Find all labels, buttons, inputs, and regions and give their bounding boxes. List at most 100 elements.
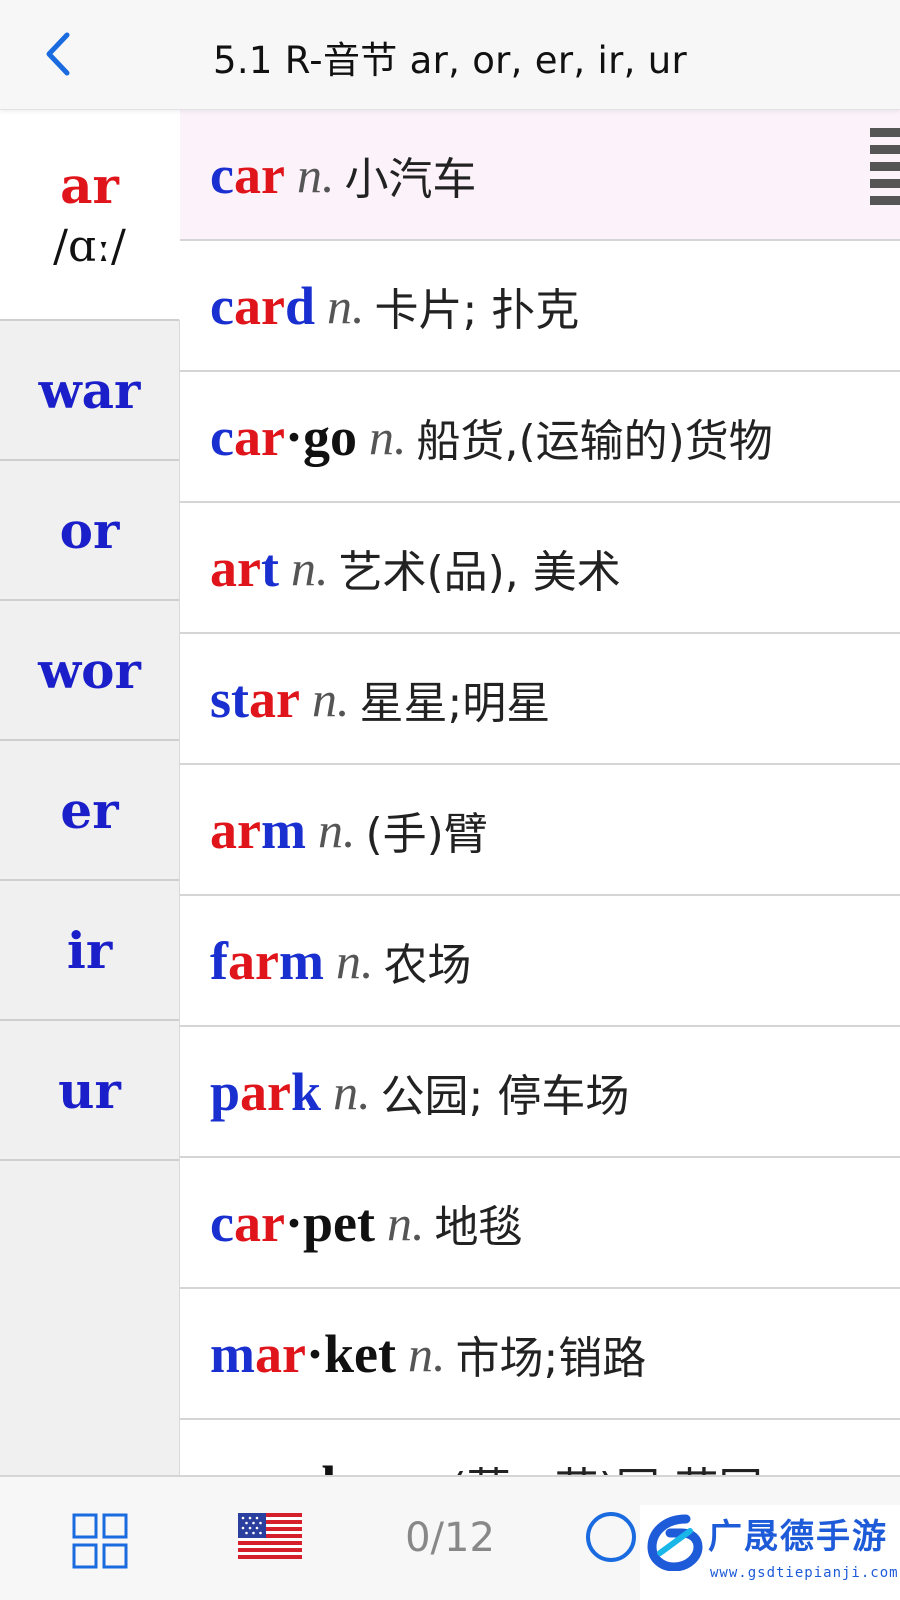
word-part: ar	[227, 930, 279, 991]
sidebar-item-label: wor	[38, 640, 141, 700]
watermark-text: 广晟德手游	[708, 1517, 888, 1557]
scroll-handle[interactable]	[870, 128, 900, 222]
word-row[interactable]: park n. 公园; 停车场	[180, 1027, 900, 1158]
sidebar-item-label: war	[38, 360, 141, 420]
accent-toggle-button[interactable]	[238, 1513, 302, 1559]
word-row[interactable]: farm n. 农场	[180, 896, 900, 1027]
word-spelling: car·pet	[210, 1192, 375, 1254]
part-of-speech: n.	[402, 1456, 440, 1476]
word-row[interactable]: car·go n. 船货,(运输的)货物	[180, 372, 900, 503]
part-of-speech: n.	[296, 146, 335, 203]
word-meaning: (蔬、花)园;花园	[450, 1453, 763, 1476]
word-spelling: mar·ket	[210, 1323, 396, 1385]
word-meaning: 船货,(运输的)货物	[416, 415, 773, 467]
word-meaning: 星星;明星	[359, 677, 551, 729]
word-part: ·pet	[284, 1192, 375, 1253]
word-row[interactable]: car n. 小汽车	[180, 110, 900, 241]
us-flag-icon	[238, 1513, 302, 1559]
sound-sidebar: ar/ɑː/war or wor er ir ur	[0, 110, 180, 1475]
word-part: c	[210, 275, 234, 336]
word-spelling: card	[210, 275, 315, 337]
part-of-speech: n.	[368, 408, 407, 465]
word-meaning: 地毯	[434, 1201, 523, 1253]
word-part: c	[210, 406, 234, 467]
sidebar-item-er[interactable]: er	[0, 741, 179, 881]
top-bar: 5.1 R-音节 ar, or, er, ir, ur	[0, 0, 900, 110]
word-row[interactable]: card n. 卡片; 扑克	[180, 241, 900, 372]
sidebar-item-label: or	[59, 500, 120, 560]
word-part: ar	[210, 537, 261, 598]
part-of-speech: n.	[326, 277, 365, 334]
word-row[interactable]: star n. 星星;明星	[180, 634, 900, 765]
word-row[interactable]: art n. 艺术(品), 美术	[180, 503, 900, 634]
part-of-speech: n.	[317, 801, 356, 858]
word-part: g	[210, 1455, 237, 1476]
grid-button[interactable]	[72, 1513, 128, 1569]
word-part: ar	[237, 1455, 288, 1476]
page-title: 5.1 R-音节 ar, or, er, ir, ur	[213, 39, 687, 82]
word-list[interactable]: car n. 小汽车 card n. 卡片; 扑克 car·go n. 船货,(运输的)货物 ar…	[180, 110, 900, 1475]
word-meaning: 农场	[383, 939, 472, 991]
word-part: m	[210, 1323, 255, 1384]
part-of-speech: n.	[335, 932, 374, 989]
word-part: p	[210, 1061, 241, 1122]
sidebar-item-ur[interactable]: ur	[0, 1021, 179, 1161]
word-spelling: gar·den	[210, 1454, 390, 1476]
word-part: t	[260, 537, 279, 598]
word-spelling: car	[210, 144, 285, 206]
word-part: ar	[233, 144, 285, 205]
record-button[interactable]	[586, 1512, 636, 1562]
word-meaning: (手)臂	[365, 808, 488, 860]
word-part: c	[210, 144, 234, 205]
word-meaning: 市场;销路	[455, 1332, 647, 1384]
word-part: d	[284, 275, 315, 336]
part-of-speech: n.	[386, 1194, 425, 1251]
word-part: ar	[240, 1061, 292, 1122]
sidebar-item-ipa: /ɑː/	[53, 220, 126, 272]
word-part: ar	[233, 406, 285, 467]
word-meaning: 公园; 停车场	[380, 1070, 630, 1122]
sidebar-item-or[interactable]: or	[0, 461, 179, 601]
word-spelling: farm	[210, 930, 324, 992]
word-row[interactable]: gar·den n. (蔬、花)园;花园	[180, 1420, 900, 1476]
word-part: ar	[249, 668, 300, 729]
word-meaning: 卡片; 扑克	[374, 284, 580, 336]
word-row[interactable]: arm n. (手)臂	[180, 765, 900, 896]
word-part: ar	[254, 1323, 306, 1384]
word-spelling: arm	[210, 799, 306, 861]
word-part: ·ket	[305, 1323, 396, 1384]
word-part: ar	[233, 1192, 285, 1253]
sidebar-item-wor[interactable]: wor	[0, 601, 179, 741]
word-part: k	[291, 1061, 322, 1122]
word-spelling: park	[210, 1061, 321, 1123]
word-row[interactable]: car·pet n. 地毯	[180, 1158, 900, 1289]
word-part: st	[210, 668, 249, 729]
grid-icon	[72, 1513, 128, 1569]
part-of-speech: n.	[311, 670, 350, 727]
word-meaning: 小汽车	[344, 153, 477, 205]
watermark: 广晟德手游 www.gsdtiepianji.com	[640, 1505, 900, 1600]
sidebar-item-label: ar	[60, 155, 119, 215]
sidebar-item-label: ur	[58, 1060, 121, 1120]
word-spelling: star	[210, 668, 300, 730]
part-of-speech: n.	[407, 1325, 446, 1382]
sidebar-item-war[interactable]: war	[0, 321, 179, 461]
word-part: f	[210, 930, 228, 991]
part-of-speech: n.	[333, 1063, 371, 1120]
sidebar-item-label: ir	[66, 920, 113, 980]
sidebar-item-ar[interactable]: ar/ɑː/	[0, 110, 180, 321]
word-part: ·go	[284, 406, 357, 467]
word-part: ·den	[288, 1455, 390, 1476]
watermark-url: www.gsdtiepianji.com	[710, 1565, 899, 1581]
word-part: ar	[233, 275, 285, 336]
sidebar-item-ir[interactable]: ir	[0, 881, 179, 1021]
watermark-logo-icon	[647, 1514, 703, 1571]
word-part: ar	[210, 799, 261, 860]
word-part: m	[260, 799, 306, 860]
word-spelling: car·go	[210, 406, 357, 468]
word-meaning: 艺术(品), 美术	[338, 546, 621, 598]
part-of-speech: n.	[290, 539, 329, 596]
sidebar-item-label: er	[60, 780, 119, 840]
word-row[interactable]: mar·ket n. 市场;销路	[180, 1289, 900, 1420]
progress-count: 0/12	[405, 1515, 495, 1561]
